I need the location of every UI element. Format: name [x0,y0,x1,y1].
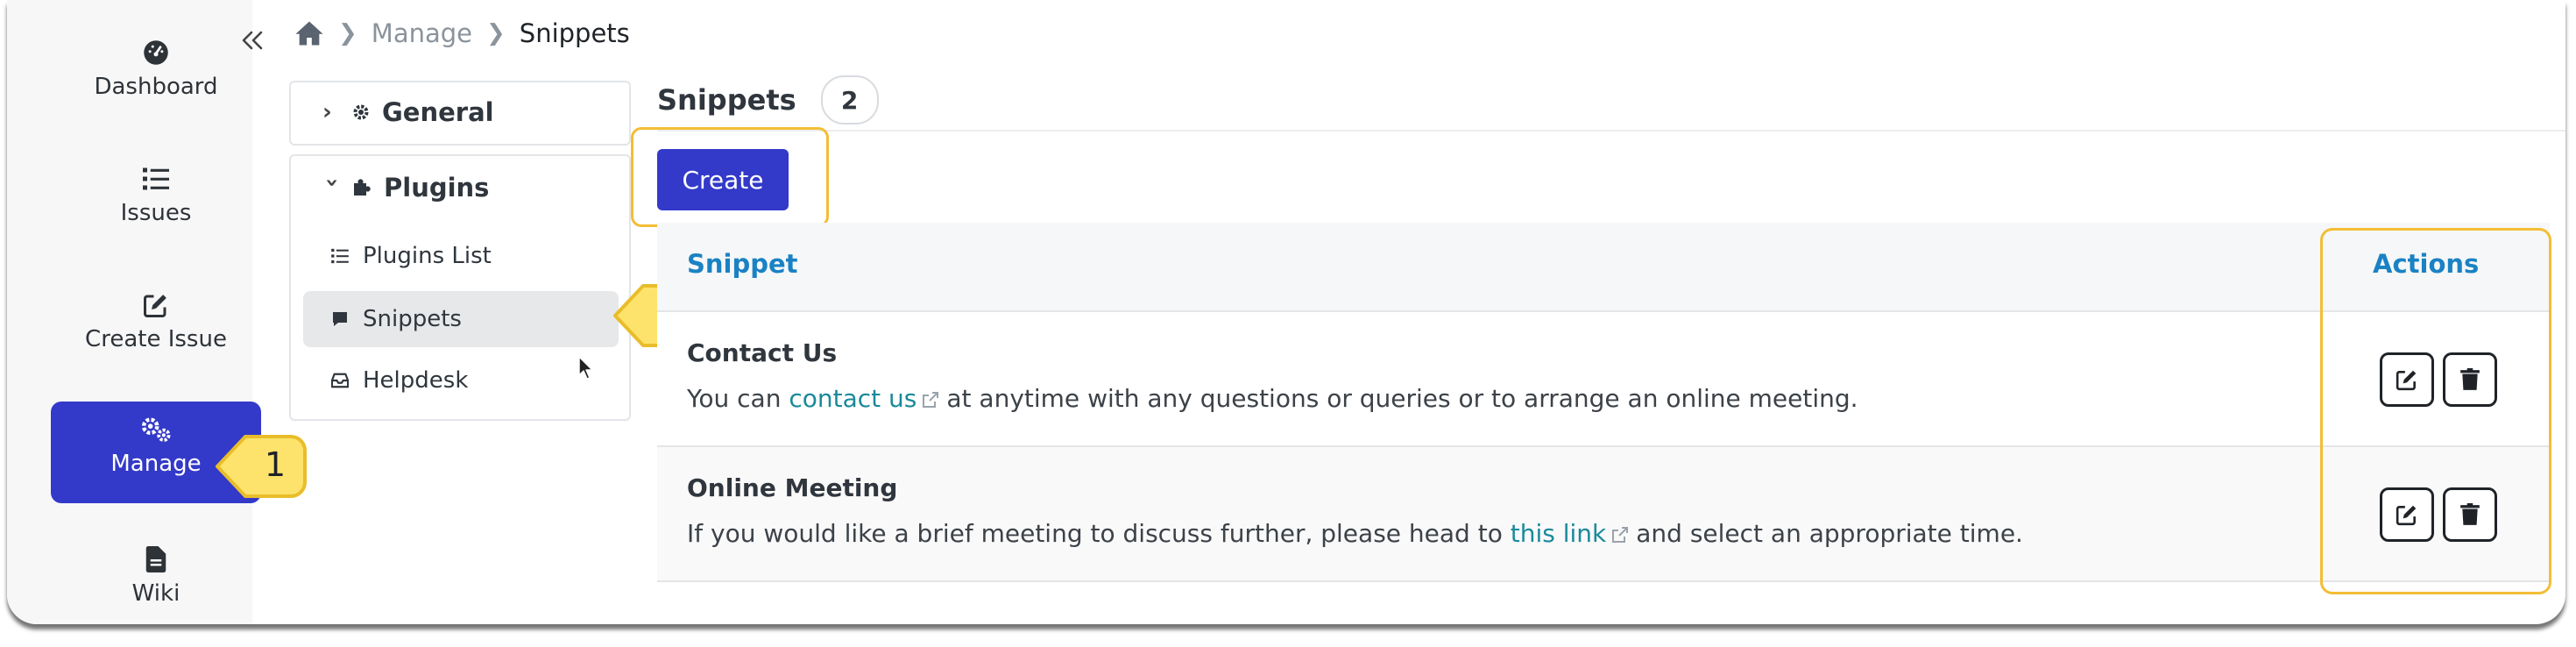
tree-item-helpdesk[interactable]: Helpdesk [303,352,619,409]
snippet-title: Online Meeting [687,473,898,502]
collapse-sidebar-button[interactable] [237,25,268,56]
mouse-cursor-icon [578,356,594,384]
snippet-text: If you would like a brief meeting to dis… [687,519,1503,548]
nav-dashboard[interactable]: Dashboard [51,25,261,126]
breadcrumb-snippets: Snippets [519,18,630,48]
file-icon [51,542,261,577]
snippet-link[interactable]: contact us [789,384,916,413]
snippet-title: Contact Us [687,338,838,367]
chevron-down-icon: › [319,178,345,188]
column-header-snippet: Snippet [687,249,798,279]
snippet-description: If you would like a brief meeting to dis… [687,519,2023,548]
dashboard-icon [51,35,261,70]
snippet-count-badge: 2 [820,75,879,124]
tree-item-snippets-label: Snippets [363,306,462,332]
list-icon [51,161,261,196]
nav-create-issue-label: Create Issue [85,326,227,352]
actions-highlight-box [2320,228,2551,594]
app-window: Dashboard Issues Create Issue Manage Wik [7,0,2565,624]
home-icon[interactable] [294,20,324,46]
external-link-icon [1612,527,1629,543]
snippet-link[interactable]: this link [1511,519,1607,548]
tree-item-helpdesk-label: Helpdesk [363,367,469,394]
tree-general-label: General [382,97,494,127]
nav-wiki-label: Wiki [131,580,180,607]
nav-issues-label: Issues [120,200,192,226]
comment-icon [331,310,350,328]
nav-dashboard-label: Dashboard [94,74,218,100]
breadcrumb-manage[interactable]: Manage [372,18,472,48]
create-button[interactable]: Create [657,149,789,210]
double-chevron-left-icon [242,31,263,50]
breadcrumb: ❯ Manage ❯ Snippets [294,16,630,51]
step-callout-1: 1 [212,433,308,503]
table-row: Contact Us You can contact us at anytime … [657,312,2550,447]
snippet-description: You can contact us at anytime with any qu… [687,384,1858,413]
nav-issues[interactable]: Issues [51,151,261,252]
edit-icon [51,288,261,323]
table-row: Online Meeting If you would like a brief… [657,447,2550,582]
tree-general-header[interactable]: › General [322,93,494,132]
tree-general[interactable]: › General [289,81,631,146]
tree-item-plugins-list[interactable]: Plugins List [303,228,619,284]
puzzle-icon [352,178,372,197]
tree-item-snippets[interactable]: Snippets [303,291,619,347]
list-icon [331,248,350,264]
snippet-text: You can [687,384,782,413]
table-header: Snippet Actions [657,223,2550,312]
page-title-text: Snippets [657,83,796,117]
step-callout-1-label: 1 [264,445,287,484]
nav-create-issue[interactable]: Create Issue [51,277,261,379]
gear-icon [352,103,370,121]
title-divider [657,130,2565,132]
chevron-right-icon: › [322,99,332,125]
left-navigation: Dashboard Issues Create Issue Manage Wik [7,0,261,624]
chevron-right-icon: ❯ [338,20,357,46]
snippet-text: at anytime with any questions or queries… [946,384,1858,413]
page-title: Snippets 2 [657,75,879,124]
tree-plugins-header[interactable]: › Plugins [319,168,490,207]
external-link-icon [923,392,939,408]
nav-wiki[interactable]: Wiki [51,531,261,624]
tree-plugins-label: Plugins [384,173,490,203]
tree-item-plugins-list-label: Plugins List [363,243,492,269]
snippet-text: and select an appropriate time. [1636,519,2023,548]
chevron-right-icon: ❯ [486,20,506,46]
inbox-icon [331,373,350,388]
